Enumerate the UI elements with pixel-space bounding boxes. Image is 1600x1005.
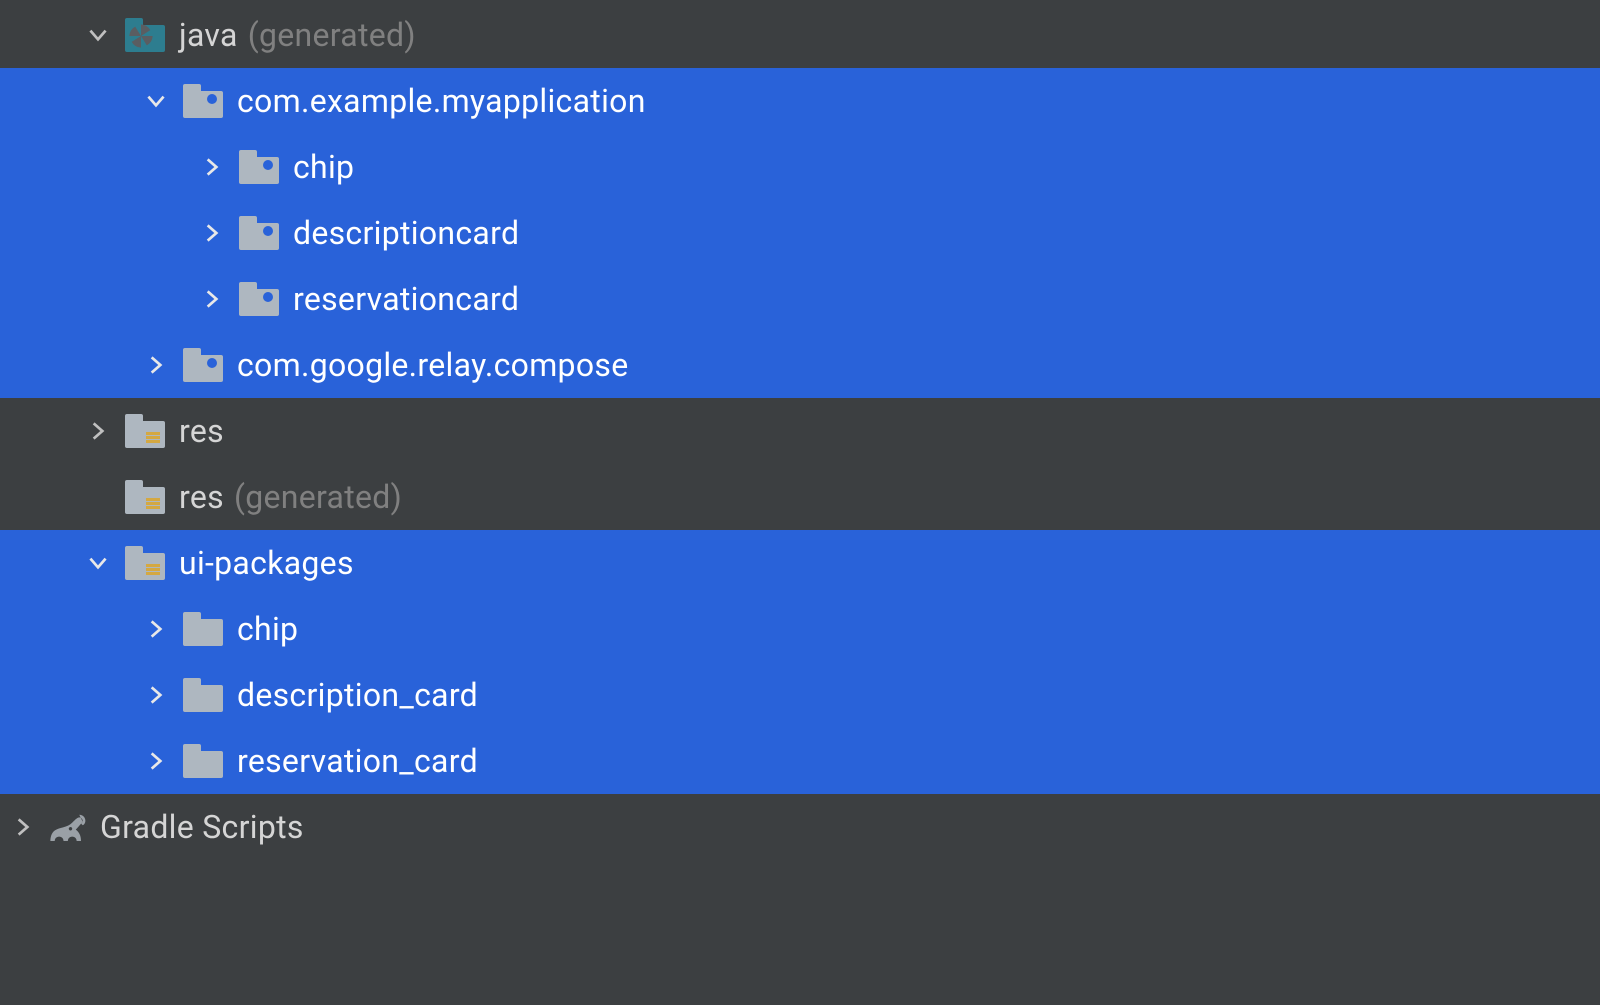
tree-item-label: descriptioncard xyxy=(293,217,519,249)
chevron-right-icon[interactable] xyxy=(199,154,225,180)
tree-item-gradle-scripts[interactable]: Gradle Scripts xyxy=(0,794,1600,860)
project-tree: java (generated) com.example.myapplicati… xyxy=(0,0,1600,860)
folder-package-icon xyxy=(239,151,277,183)
tree-item-label: chip xyxy=(293,151,354,183)
tree-item-label: reservation_card xyxy=(237,745,478,777)
tree-item-label: com.example.myapplication xyxy=(237,85,646,117)
tree-item-com-google-relay-compose[interactable]: com.google.relay.compose xyxy=(0,332,1600,398)
folder-resource-icon xyxy=(125,547,163,579)
tree-item-chip-uipkg[interactable]: chip xyxy=(0,596,1600,662)
chevron-right-icon[interactable] xyxy=(85,418,111,444)
chevron-right-icon[interactable] xyxy=(143,616,169,642)
tree-item-label: res xyxy=(179,415,224,447)
folder-icon xyxy=(183,679,221,711)
chevron-right-icon[interactable] xyxy=(143,352,169,378)
tree-item-label: com.google.relay.compose xyxy=(237,349,628,381)
tree-item-reservation-card[interactable]: reservation_card xyxy=(0,728,1600,794)
tree-item-description-card[interactable]: description_card xyxy=(0,662,1600,728)
tree-item-label: Gradle Scripts xyxy=(100,811,304,843)
tree-item-annotation: (generated) xyxy=(248,19,416,51)
tree-item-ui-packages[interactable]: ui-packages xyxy=(0,530,1600,596)
folder-package-icon xyxy=(239,283,277,315)
tree-item-reservationcard[interactable]: reservationcard xyxy=(0,266,1600,332)
tree-item-label: description_card xyxy=(237,679,478,711)
chevron-down-icon[interactable] xyxy=(85,22,111,48)
tree-item-label: ui-packages xyxy=(179,547,354,579)
chevron-right-icon[interactable] xyxy=(199,220,225,246)
tree-item-label: res xyxy=(179,481,224,513)
chevron-down-icon[interactable] xyxy=(143,88,169,114)
tree-item-res[interactable]: res xyxy=(0,398,1600,464)
folder-resource-icon xyxy=(125,415,163,447)
tree-item-label: java xyxy=(179,19,238,51)
tree-item-descriptioncard[interactable]: descriptioncard xyxy=(0,200,1600,266)
folder-icon xyxy=(183,745,221,777)
folder-icon xyxy=(183,613,221,645)
chevron-right-icon[interactable] xyxy=(10,814,36,840)
folder-package-icon xyxy=(183,349,221,381)
folder-package-icon xyxy=(239,217,277,249)
folder-teal-pinwheel-icon xyxy=(125,19,163,51)
folder-resource-icon xyxy=(125,481,163,513)
tree-item-java-generated[interactable]: java (generated) xyxy=(0,2,1600,68)
chevron-right-icon[interactable] xyxy=(143,748,169,774)
tree-item-label: chip xyxy=(237,613,298,645)
folder-package-icon xyxy=(183,85,221,117)
chevron-right-icon[interactable] xyxy=(199,286,225,312)
tree-item-chip[interactable]: chip xyxy=(0,134,1600,200)
tree-item-res-generated[interactable]: res (generated) xyxy=(0,464,1600,530)
chevron-down-icon[interactable] xyxy=(85,550,111,576)
chevron-right-icon[interactable] xyxy=(143,682,169,708)
arrow-placeholder xyxy=(85,484,111,510)
gradle-icon xyxy=(46,811,88,843)
tree-item-annotation: (generated) xyxy=(234,481,402,513)
tree-item-com-example-myapplication[interactable]: com.example.myapplication xyxy=(0,68,1600,134)
tree-item-label: reservationcard xyxy=(293,283,519,315)
